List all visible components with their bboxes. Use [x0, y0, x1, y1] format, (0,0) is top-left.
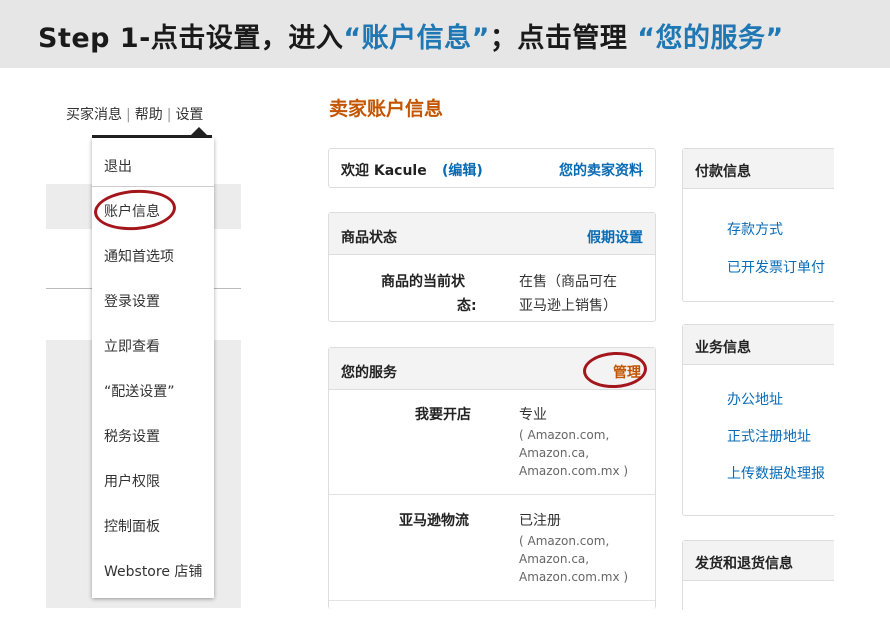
- row-divider: [329, 494, 655, 495]
- deposit-method-link[interactable]: 存款方式: [727, 219, 783, 239]
- top-nav: 买家消息|帮助|设置: [66, 104, 203, 124]
- service-detail: ( Amazon.com,: [519, 532, 609, 550]
- instruction-banner: Step 1-点击设置，进入“账户信息”；点击管理 “您的服务”: [0, 0, 890, 68]
- service-detail: Amazon.ca,: [519, 550, 589, 568]
- welcome-text: 欢迎 Kacule: [341, 160, 427, 180]
- service-value: 专业: [519, 404, 547, 424]
- menu-item-shipping-settings[interactable]: “配送设置”: [104, 381, 175, 401]
- menu-item-view-now[interactable]: 立即查看: [104, 336, 160, 356]
- instruction-your-services: “您的服务”: [637, 23, 784, 54]
- menu-divider: [92, 186, 214, 187]
- service-label: 我要开店: [415, 404, 471, 424]
- service-detail: Amazon.ca,: [519, 444, 589, 462]
- menu-item-logout[interactable]: 退出: [104, 156, 132, 176]
- nav-buyer-messages[interactable]: 买家消息: [66, 107, 122, 123]
- invoiced-orders-link[interactable]: 已开发票订单付: [727, 257, 825, 277]
- upload-data-processing-link[interactable]: 上传数据处理报: [727, 463, 825, 483]
- instruction-text: Step 1-点击设置，进入“账户信息”；点击管理 “您的服务”: [38, 16, 784, 55]
- welcome-card: 欢迎 Kacule (编辑) 您的卖家资料: [328, 148, 656, 188]
- service-detail: Amazon.com.mx ): [519, 462, 628, 480]
- menu-item-login-settings[interactable]: 登录设置: [104, 291, 160, 311]
- page-title: 卖家账户信息: [329, 94, 443, 121]
- nav-separator: |: [126, 107, 131, 123]
- instruction-part-3: ；点击管理: [490, 23, 637, 54]
- seller-profile-link[interactable]: 您的卖家资料: [559, 160, 643, 180]
- current-status-label-cont: 态:: [457, 295, 477, 315]
- nav-separator: |: [167, 107, 172, 123]
- shipping-returns-card: 发货和退货信息: [682, 540, 834, 610]
- menu-item-webstore[interactable]: Webstore 店铺: [104, 561, 202, 581]
- nav-help[interactable]: 帮助: [135, 107, 163, 123]
- row-divider: [329, 600, 655, 601]
- business-info-title: 业务信息: [695, 337, 751, 357]
- current-status-value-cont: 亚马逊上销售）: [519, 295, 617, 315]
- service-value: 已注册: [519, 510, 561, 530]
- business-info-card: 业务信息 办公地址 正式注册地址 上传数据处理报: [682, 324, 834, 516]
- nav-settings[interactable]: 设置: [175, 107, 203, 123]
- right-column: 付款信息 存款方式 已开发票订单付 业务信息 办公地址 正式注册地址 上传数据处…: [682, 140, 834, 610]
- instruction-account-info: “账户信息”: [343, 23, 490, 54]
- registered-address-link[interactable]: 正式注册地址: [727, 426, 811, 446]
- shipping-returns-title: 发货和退货信息: [695, 553, 793, 573]
- your-services-title: 您的服务: [341, 362, 397, 382]
- vacation-settings-link[interactable]: 假期设置: [587, 227, 643, 247]
- payment-info-card: 付款信息 存款方式 已开发票订单付: [682, 148, 834, 302]
- product-status-card: 商品状态 假期设置 商品的当前状 态: 在售（商品可在 亚马逊上销售）: [328, 212, 656, 322]
- edit-name-link[interactable]: (编辑): [442, 160, 483, 180]
- current-status-label: 商品的当前状: [381, 271, 465, 291]
- instruction-part-1: Step 1-点击设置，进入: [38, 23, 343, 54]
- menu-item-notification-preferences[interactable]: 通知首选项: [104, 246, 174, 266]
- product-status-title: 商品状态: [341, 227, 397, 247]
- service-detail: Amazon.com.mx ): [519, 568, 628, 586]
- service-detail: ( Amazon.com,: [519, 426, 609, 444]
- current-status-value: 在售（商品可在: [519, 271, 617, 291]
- menu-item-control-panel[interactable]: 控制面板: [104, 516, 160, 536]
- menu-item-user-permissions[interactable]: 用户权限: [104, 471, 160, 491]
- payment-info-title: 付款信息: [695, 161, 751, 181]
- office-address-link[interactable]: 办公地址: [727, 389, 783, 409]
- menu-item-tax-settings[interactable]: 税务设置: [104, 426, 160, 446]
- service-label: 亚马逊物流: [399, 510, 469, 530]
